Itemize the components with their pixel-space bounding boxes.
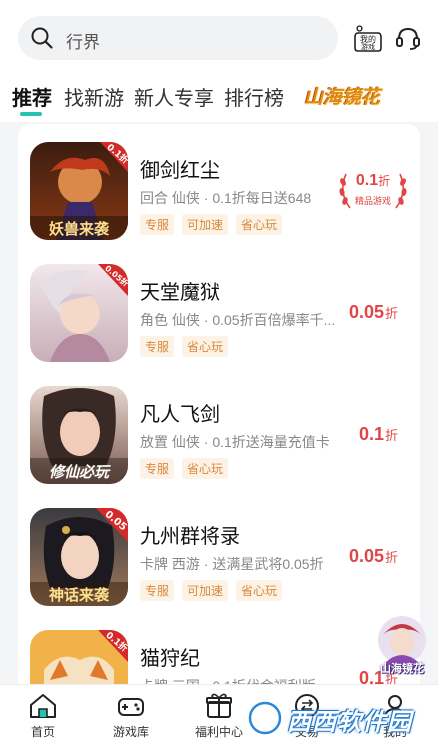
cover-caption: 妖兽来袭 xyxy=(49,220,110,238)
game-row-tiantang[interactable]: 0.05折 天堂魔狱 角色 仙侠 · 0.05折百倍爆率千... 专服 省心玩 … xyxy=(18,246,420,368)
game-cover: 0.1折 妖兽来袭 xyxy=(30,142,128,240)
my-games-button[interactable]: 我的 游戏 xyxy=(352,24,384,56)
nav-home-label: 首页 xyxy=(30,725,55,739)
search-icon xyxy=(31,27,53,49)
cover-caption: 神话来袭 xyxy=(49,586,110,604)
headset-icon[interactable] xyxy=(394,24,422,52)
game-desc: 卡牌 西游 · 送满星武将0.05折 xyxy=(140,556,324,572)
game-row-fanren[interactable]: 修仙必玩 凡人飞剑 放置 仙侠 · 0.1折送海量充值卡 专服 省心玩 0.1折 xyxy=(18,368,420,490)
game-desc: 放置 仙侠 · 0.1折送海量充值卡 xyxy=(140,434,330,450)
tag: 可加速 xyxy=(182,580,229,601)
discount-unit: 折 xyxy=(384,428,398,443)
search-placeholder: 行界 xyxy=(66,33,100,52)
site-watermark: 西西软件园 xyxy=(245,694,431,740)
discount-unit: 折 xyxy=(378,174,391,188)
tab-newcomer[interactable]: 新人专享 xyxy=(134,82,214,111)
game-name: 猫狩纪 xyxy=(140,648,200,670)
nav-welfare-label: 福利中心 xyxy=(194,725,243,739)
gift-icon xyxy=(206,693,232,718)
tag: 专服 xyxy=(140,214,175,235)
game-row-yujian[interactable]: 0.1折 妖兽来袭 御剑红尘 回合 仙侠 · 0.1折每日送648 专服 可加速… xyxy=(18,124,420,246)
discount-number: 0.1 xyxy=(355,172,379,189)
home-icon xyxy=(30,694,56,718)
floating-widget-label: 山海镜花 xyxy=(380,663,424,675)
game-list: 0.1折 妖兽来袭 御剑红尘 回合 仙侠 · 0.1折每日送648 专服 可加速… xyxy=(18,124,420,745)
discount-number: 0.1 xyxy=(358,424,384,444)
gamepad-icon xyxy=(118,698,144,716)
discount-number: 0.05 xyxy=(348,546,384,566)
my-games-label: 游戏 xyxy=(361,42,375,51)
game-name: 九州群将录 xyxy=(140,526,240,548)
search-bar[interactable]: 行界 xyxy=(18,16,338,60)
tab-new-games[interactable]: 找新游 xyxy=(64,82,124,111)
discount-value: 0.05折 xyxy=(349,546,398,567)
game-cover: 0.05 神话来袭 xyxy=(30,508,128,606)
premium-label: 精品游戏 xyxy=(354,196,391,206)
game-tags: 专服 省心玩 xyxy=(140,458,229,479)
tag: 可加速 xyxy=(182,214,229,235)
watermark-text: 西西软件园 xyxy=(287,709,412,736)
tag: 省心玩 xyxy=(236,214,283,235)
discount-unit: 折 xyxy=(384,306,398,321)
floating-event-widget[interactable]: 山海镜花 xyxy=(372,612,432,678)
my-games-icon: 我的 游戏 xyxy=(354,25,382,52)
tag: 省心玩 xyxy=(236,580,283,601)
game-cover: 修仙必玩 xyxy=(30,386,128,484)
game-desc: 角色 仙侠 · 0.05折百倍爆率千... xyxy=(140,312,336,328)
game-cover: 0.05折 xyxy=(30,264,128,362)
nav-game-library-label: 游戏库 xyxy=(112,725,149,739)
game-desc: 回合 仙侠 · 0.1折每日送648 xyxy=(140,190,312,206)
discount-number: 0.05 xyxy=(348,302,384,322)
tab-recommend[interactable]: 推荐 xyxy=(12,82,52,111)
game-name: 天堂魔狱 xyxy=(140,282,220,304)
tag: 省心玩 xyxy=(182,458,229,479)
game-tags: 专服 可加速 省心玩 xyxy=(140,580,283,601)
tag: 专服 xyxy=(140,580,175,601)
nav-game-library[interactable]: 游戏库 xyxy=(96,691,166,740)
game-tags: 专服 可加速 省心玩 xyxy=(140,214,283,235)
discount-value: 0.05折 xyxy=(349,302,398,323)
tab-ranking[interactable]: 排行榜 xyxy=(224,82,284,111)
cover-caption: 修仙必玩 xyxy=(49,463,111,481)
game-tags: 专服 省心玩 xyxy=(140,336,229,357)
tag: 专服 xyxy=(140,336,175,357)
tag: 专服 xyxy=(140,458,175,479)
discount-value: 0.1折 xyxy=(359,424,398,445)
game-row-jiuzhou[interactable]: 0.05 神话来袭 九州群将录 卡牌 西游 · 送满星武将0.05折 专服 可加… xyxy=(18,490,420,612)
premium-game-badge: 0.1折 精品游戏 xyxy=(336,168,410,216)
watermark-logo-icon xyxy=(247,700,283,736)
tag: 省心玩 xyxy=(182,336,229,357)
nav-welfare[interactable]: 福利中心 xyxy=(184,691,254,740)
game-name: 御剑红尘 xyxy=(140,160,220,182)
game-name: 凡人飞剑 xyxy=(140,404,220,426)
active-tab-indicator xyxy=(20,112,42,116)
tab-shanhai-special[interactable]: 山海镜花 xyxy=(304,82,380,109)
top-bar: 行界 我的 游戏 xyxy=(0,0,438,78)
nav-home[interactable]: 首页 xyxy=(8,691,78,740)
discount-value: 0.1折 xyxy=(336,172,410,190)
discount-unit: 折 xyxy=(384,550,398,565)
